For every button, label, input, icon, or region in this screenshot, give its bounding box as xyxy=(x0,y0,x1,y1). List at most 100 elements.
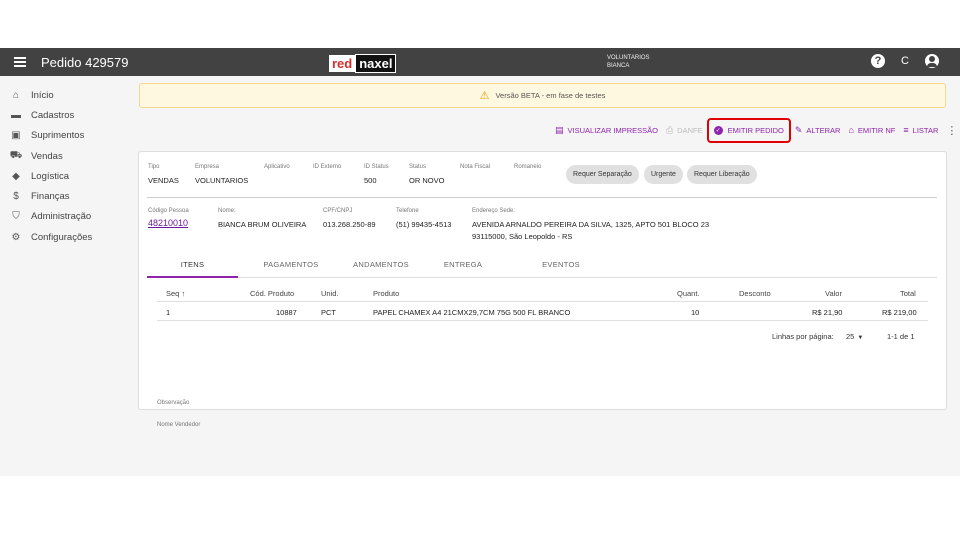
sidebar-item-financas[interactable]: $ Finanças xyxy=(0,186,130,206)
chip-requer-liberacao[interactable]: Requer Liberação xyxy=(687,165,757,184)
sidebar-item-label: Cadastros xyxy=(31,109,75,121)
emitir-nf-label: EMITIR NF xyxy=(857,125,896,135)
empresa-value: VOLUNTARIOS xyxy=(195,176,249,185)
action-bar: ▤ VISUALIZAR IMPRESSÃO ⎙ DANFE ✓ EMITIR PED… xyxy=(555,117,957,143)
chip-requer-separacao[interactable]: Requer Separação xyxy=(566,165,639,184)
home-icon: ⌂ xyxy=(12,89,20,101)
tipo-value: VENDAS xyxy=(148,176,179,185)
chip-urgente[interactable]: Urgente xyxy=(644,165,683,184)
section-divider xyxy=(147,197,937,198)
emitir-nf-button[interactable]: ⌂ EMITIR NF xyxy=(848,125,895,135)
codigo-pessoa-label: Código Pessoa xyxy=(148,208,189,214)
alterar-button[interactable]: ✎ ALTERAR xyxy=(795,125,841,136)
tab-entrega[interactable]: ENTREGA xyxy=(426,258,500,278)
column-header-seq[interactable]: Seq ↑ xyxy=(166,289,185,298)
sidebar-item-suprimentos[interactable]: ▣ Suprimentos xyxy=(0,126,130,146)
rows-per-page-label: Linhas por página: xyxy=(772,332,834,341)
logo-dark-part: naxel xyxy=(355,53,397,73)
endereco-field: Endereço Sede: AVENIDA ARNALDO PEREIRA D… xyxy=(472,208,709,241)
column-header-cod-produto[interactable]: Cód. Produto xyxy=(250,289,294,298)
sidebar-item-label: Suprimentos xyxy=(31,130,85,142)
empresa-label: Empresa xyxy=(195,164,220,170)
cart-icon: ⛟ xyxy=(9,149,23,161)
listar-button[interactable]: ≡ LISTAR xyxy=(903,125,938,135)
menu-icon[interactable] xyxy=(12,54,28,70)
id-status-value: 500 xyxy=(364,176,377,185)
emitir-pedido-label: EMITIR PEDIDO xyxy=(727,125,784,135)
help-icon[interactable]: ? xyxy=(871,54,885,68)
rednaxel-logo[interactable]: red naxel xyxy=(329,53,397,73)
cell-total: R$ 219,00 xyxy=(882,308,917,317)
column-header-desconto[interactable]: Desconto xyxy=(739,289,771,298)
status-value: OR NOVO xyxy=(409,176,445,185)
cpf-field: CPF/CNPJ 013.268.250-89 xyxy=(323,208,376,229)
company-name: VOLUNTARIOS xyxy=(607,55,650,61)
more-vert-icon[interactable]: ⋮ xyxy=(946,124,957,137)
printer-icon: ⎙ xyxy=(665,124,674,135)
tipo-label: Tipo xyxy=(148,164,160,170)
tab-bar: ITENS PAGAMENTOS ANDAMENTOS ENTREGA EVEN… xyxy=(147,258,937,278)
sidebar-item-inicio[interactable]: ⌂ Início xyxy=(0,85,130,105)
codigo-pessoa-field: Código Pessoa 48210010 xyxy=(148,208,189,228)
telefone-value: (51) 99435-4513 xyxy=(396,220,452,229)
visualizar-impressao-button[interactable]: ▤ VISUALIZAR IMPRESSÃO xyxy=(555,125,658,136)
column-header-produto[interactable]: Produto xyxy=(373,289,399,298)
pagination-range: 1-1 de 1 xyxy=(887,332,915,341)
id-status-field: ID Status 500 xyxy=(364,164,389,185)
logo-red-part: red xyxy=(329,54,356,72)
app-root: Pedido 429579 red naxel VOLUNTARIOS BIANC… xyxy=(0,48,960,476)
sidebar: ⌂ Início ▬ Cadastros ▣ Suprimentos ⛟ Vendas … xyxy=(0,85,130,247)
cpf-label: CPF/CNPJ xyxy=(323,208,353,214)
tab-itens[interactable]: ITENS xyxy=(147,258,238,278)
nota-fiscal-field: Nota Fiscal xyxy=(460,164,490,170)
visualizar-label: VISUALIZAR IMPRESSÃO xyxy=(567,125,658,135)
sidebar-item-administracao[interactable]: ⛉ Administração xyxy=(0,207,130,227)
cell-seq: 1 xyxy=(166,308,171,317)
sidebar-item-cadastros[interactable]: ▬ Cadastros xyxy=(0,105,130,125)
sidebar-item-configuracoes[interactable]: ⚙ Configurações xyxy=(0,227,130,247)
sidebar-item-label: Configurações xyxy=(31,231,93,243)
aplicativo-field: Aplicativo xyxy=(264,164,290,170)
tipo-field: Tipo VENDAS xyxy=(148,164,179,185)
sidebar-item-logistica[interactable]: ◆ Logística xyxy=(0,166,130,186)
warning-icon: ⚠ xyxy=(479,90,490,102)
column-header-unid[interactable]: Unid. xyxy=(321,289,339,298)
nota-fiscal-label: Nota Fiscal xyxy=(460,164,491,170)
danfe-label: DANFE xyxy=(677,125,703,135)
endereco-line2: 93115000, São Leopoldo - RS xyxy=(472,232,573,241)
header-row-divider xyxy=(157,301,928,302)
nome-label: Nome: xyxy=(218,208,236,214)
alterar-label: ALTERAR xyxy=(806,125,841,135)
check-circle-icon: ✓ xyxy=(713,125,723,135)
rows-per-page-select[interactable]: 25 ▼ xyxy=(846,332,863,341)
order-card: Tipo VENDAS Empresa VOLUNTARIOS Aplicati… xyxy=(138,151,947,428)
pencil-icon: ✎ xyxy=(794,124,803,135)
column-header-total[interactable]: Total xyxy=(900,289,916,298)
endereco-label: Endereço Sede: xyxy=(472,208,516,214)
telefone-label: Telefone xyxy=(396,208,419,214)
account-icon[interactable] xyxy=(925,54,939,68)
status-label: Status xyxy=(409,164,427,170)
id-status-label: ID Status xyxy=(364,164,389,170)
emitir-pedido-button[interactable]: ✓ EMITIR PEDIDO xyxy=(706,117,791,143)
codigo-pessoa-link[interactable]: 48210010 xyxy=(148,218,189,228)
column-header-valor[interactable]: Valor xyxy=(825,289,842,298)
sidebar-item-label: Finanças xyxy=(31,191,70,203)
sidebar-item-label: Administração xyxy=(31,211,92,223)
listar-label: LISTAR xyxy=(912,125,939,135)
sidebar-item-vendas[interactable]: ⛟ Vendas xyxy=(0,146,130,166)
briefcase-icon: ▣ xyxy=(11,130,21,142)
id-externo-field: ID Externo xyxy=(313,164,341,170)
empresa-field: Empresa VOLUNTARIOS xyxy=(195,164,248,185)
column-header-quant[interactable]: Quant. xyxy=(677,289,700,298)
nome-field: Nome: BIANCA BRUM OLIVEIRA xyxy=(218,208,306,229)
danfe-button[interactable]: ⎙ DANFE xyxy=(666,125,703,136)
banner-text: Versão BETA - em fase de testes xyxy=(495,91,606,100)
cell-produto: PAPEL CHAMEX A4 21CMX29,7CM 75G 500 FL B… xyxy=(373,308,571,317)
tab-eventos[interactable]: EVENTOS xyxy=(516,258,606,278)
tab-andamentos[interactable]: ANDAMENTOS xyxy=(344,258,418,278)
print-preview-icon: ▤ xyxy=(555,124,564,135)
list-icon: ≡ xyxy=(903,125,909,135)
refresh-icon[interactable]: C xyxy=(898,54,912,68)
tab-pagamentos[interactable]: PAGAMENTOS xyxy=(238,258,344,278)
